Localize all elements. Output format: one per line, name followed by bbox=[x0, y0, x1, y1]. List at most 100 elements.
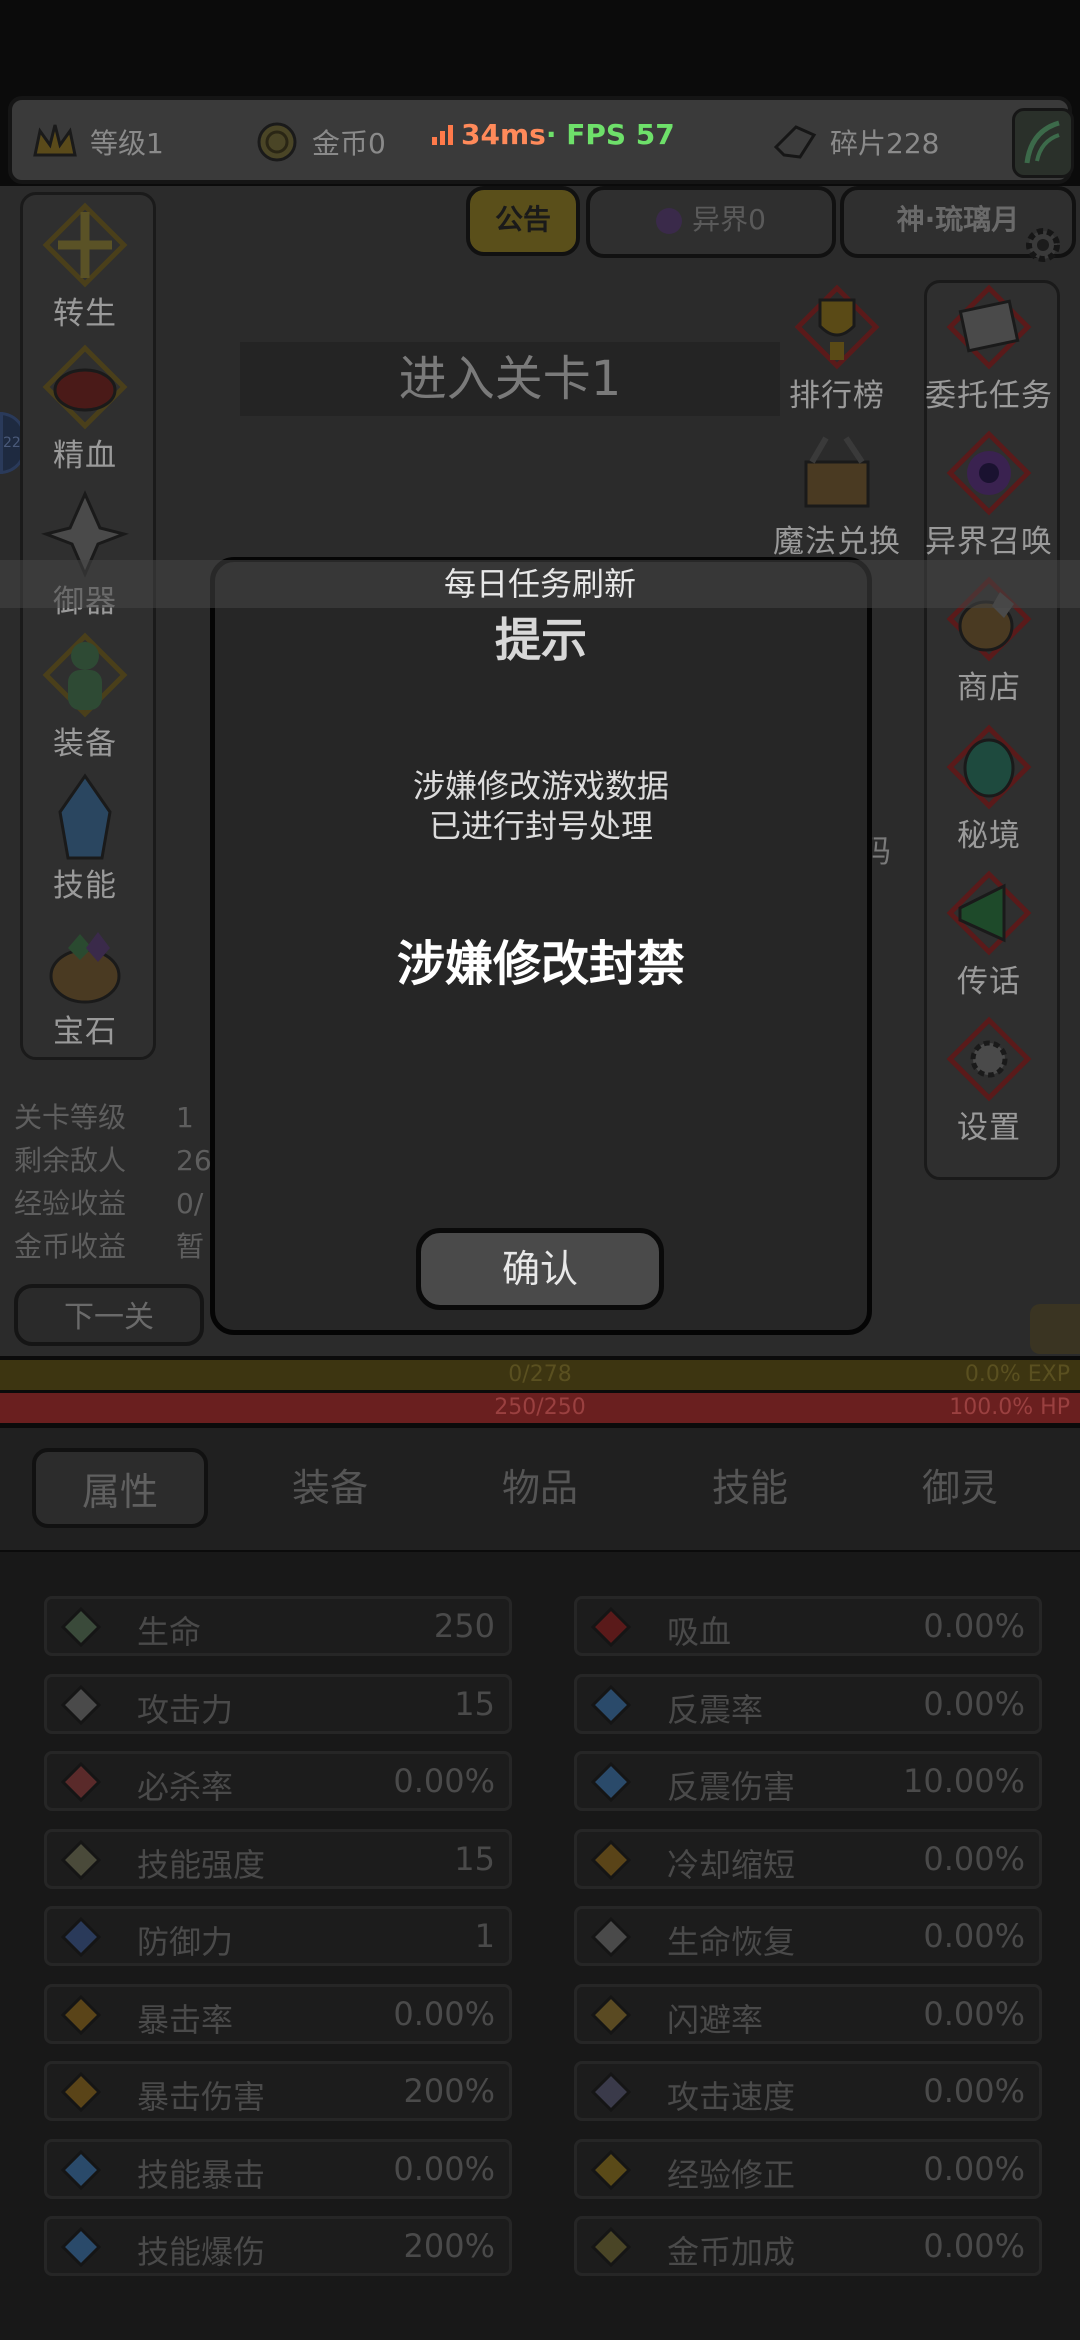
tab-items[interactable]: 物品 bbox=[452, 1448, 628, 1528]
gear-icon[interactable] bbox=[1018, 220, 1068, 270]
stage-stats: 关卡等级 1 剩余敌人 26 经验收益 0/ 金币收益暂 bbox=[14, 1096, 212, 1268]
hp-value: 250/250 bbox=[494, 1395, 586, 1420]
ice-burst-icon bbox=[589, 1683, 633, 1727]
attribute-name: 反震伤害 bbox=[667, 1768, 796, 1806]
attribute-value: 200% bbox=[403, 2072, 495, 2110]
attribute-name: 技能爆伤 bbox=[137, 2233, 266, 2271]
attribute-name: 金币加成 bbox=[667, 2233, 796, 2271]
attribute-row: 技能暴击 0.00% bbox=[44, 2138, 512, 2199]
gear-icon bbox=[944, 1014, 1034, 1104]
otherworld-tab[interactable]: 异界0 bbox=[586, 186, 836, 258]
equipment-button[interactable]: 装备 bbox=[10, 630, 160, 763]
equipment-label: 装备 bbox=[53, 726, 117, 762]
essence-button[interactable]: 精血 bbox=[10, 342, 160, 475]
exp-percent: 0.0% EXP bbox=[964, 1362, 1070, 1387]
settings-button[interactable]: 设置 bbox=[914, 1014, 1064, 1147]
leaf-icon bbox=[1024, 120, 1060, 164]
blue-flame-icon bbox=[59, 2148, 103, 2192]
attribute-name: 暴击率 bbox=[137, 2000, 234, 2039]
tab-spirits[interactable]: 御灵 bbox=[872, 1448, 1048, 1528]
leaderboard-button[interactable]: 排行榜 bbox=[762, 282, 912, 415]
attribute-name: 攻击速度 bbox=[667, 2078, 796, 2116]
dialog-headline: 涉嫌修改封禁 bbox=[396, 936, 685, 992]
stage-title: 进入关卡1 bbox=[398, 351, 622, 407]
signal-icon bbox=[432, 124, 453, 145]
bottom-tab-bar: 属性 装备 物品 技能 御灵 bbox=[0, 1428, 1080, 1550]
menu-toggle-button[interactable] bbox=[1012, 108, 1074, 178]
attribute-row: 生命恢复 0.00% bbox=[574, 1906, 1042, 1966]
attribute-row: 冷却缩短 0.00% bbox=[574, 1828, 1042, 1889]
level-text: 等级1 bbox=[90, 127, 164, 160]
next-stage-label: 下一关 bbox=[64, 1300, 154, 1335]
boot-icon bbox=[589, 1993, 633, 2037]
gem-button[interactable]: 宝石 bbox=[10, 918, 160, 1051]
vortex-icon bbox=[944, 428, 1034, 518]
scroll-icon bbox=[944, 282, 1034, 372]
attribute-value: 0.00% bbox=[923, 2227, 1025, 2265]
attribute-name: 反震率 bbox=[667, 1690, 764, 1729]
shop-label: 商店 bbox=[957, 670, 1021, 706]
gold-display: 金币0 bbox=[252, 116, 386, 168]
attribute-value: 0.00% bbox=[393, 1994, 495, 2033]
attribute-value: 0.00% bbox=[393, 1762, 495, 1800]
confirm-button[interactable]: 确认 bbox=[416, 1228, 664, 1310]
skill-button[interactable]: 技能 bbox=[10, 772, 160, 905]
exp-bar: 0/278 0.0% EXP bbox=[0, 1360, 1080, 1390]
confirm-label: 确认 bbox=[501, 1247, 578, 1291]
attribute-value: 15 bbox=[454, 1839, 495, 1878]
attribute-row: 暴击率 0.00% bbox=[44, 1983, 512, 2044]
rebirth-button[interactable]: 转生 bbox=[10, 200, 160, 333]
attribute-row: 生命 250 bbox=[44, 1596, 512, 1656]
attribute-row: 攻击力 15 bbox=[44, 1673, 512, 1734]
dialog-message: 涉嫌修改游戏数据 已进行封号处理 bbox=[210, 766, 872, 846]
notice-label: 公告 bbox=[494, 203, 551, 236]
attribute-value: 15 bbox=[454, 1684, 495, 1723]
broadcast-button[interactable]: 传话 bbox=[914, 868, 1064, 1001]
cross-sword-icon bbox=[59, 1605, 103, 1649]
ice-skill-icon bbox=[40, 772, 130, 862]
attribute-name: 闪避率 bbox=[667, 2000, 764, 2039]
hp-bar: 250/250 100.0% HP bbox=[0, 1393, 1080, 1423]
tab-skills[interactable]: 技能 bbox=[662, 1448, 838, 1528]
heal-icon bbox=[589, 1915, 633, 1959]
attribute-name: 技能强度 bbox=[137, 1845, 266, 1884]
tab-equipment[interactable]: 装备 bbox=[242, 1448, 418, 1528]
attribute-name: 冷却缩短 bbox=[667, 1845, 796, 1884]
attribute-row: 攻击速度 0.00% bbox=[574, 2061, 1042, 2121]
cooldown-icon bbox=[589, 1838, 633, 1882]
attribute-value: 0.00% bbox=[923, 1684, 1025, 1723]
chest-icon bbox=[792, 428, 882, 518]
attribute-name: 攻击力 bbox=[137, 1690, 234, 1729]
tab-attributes[interactable]: 属性 bbox=[32, 1448, 208, 1528]
attribute-value: 1 bbox=[474, 1917, 495, 1955]
secret-realm-button[interactable]: 秘境 bbox=[914, 722, 1064, 855]
next-stage-button[interactable]: 下一关 bbox=[14, 1284, 204, 1346]
attribute-value: 0.00% bbox=[923, 2072, 1025, 2110]
gem-label: 宝石 bbox=[53, 1014, 117, 1050]
broadcast-label: 传话 bbox=[957, 964, 1021, 1000]
quest-button[interactable]: 委托任务 bbox=[914, 282, 1064, 415]
attribute-row: 必杀率 0.00% bbox=[44, 1751, 512, 1811]
quill-icon[interactable] bbox=[1030, 1304, 1080, 1354]
flame-icon bbox=[59, 2070, 103, 2114]
attribute-row: 反震伤害 10.00% bbox=[574, 1751, 1042, 1811]
attribute-value: 0.00% bbox=[393, 2149, 495, 2188]
banner-text: 每日任务刷新 bbox=[443, 565, 636, 603]
flame-icon bbox=[59, 1993, 103, 2037]
summon-label: 异界召唤 bbox=[925, 524, 1053, 560]
magic-exchange-button[interactable]: 魔法兑换 bbox=[762, 428, 912, 561]
stat-row: 金币收益暂 bbox=[14, 1230, 205, 1263]
network-status: 34ms · FPS 57 bbox=[432, 118, 675, 151]
secret-realm-label: 秘境 bbox=[957, 818, 1021, 854]
ping-text: 34ms bbox=[461, 118, 546, 151]
summon-button[interactable]: 异界召唤 bbox=[914, 428, 1064, 561]
settings-label: 设置 bbox=[957, 1110, 1021, 1146]
attribute-row: 经验修正 0.00% bbox=[574, 2138, 1042, 2199]
attribute-name: 暴击伤害 bbox=[137, 2078, 266, 2116]
notice-tab[interactable]: 公告 bbox=[466, 186, 580, 256]
essence-icon bbox=[40, 342, 130, 432]
attribute-row: 反震率 0.00% bbox=[574, 1673, 1042, 1734]
level-display: 等级1 bbox=[30, 116, 164, 168]
stat-row: 经验收益 0/ bbox=[14, 1187, 204, 1220]
otherworld-label: 异界0 bbox=[692, 203, 766, 236]
